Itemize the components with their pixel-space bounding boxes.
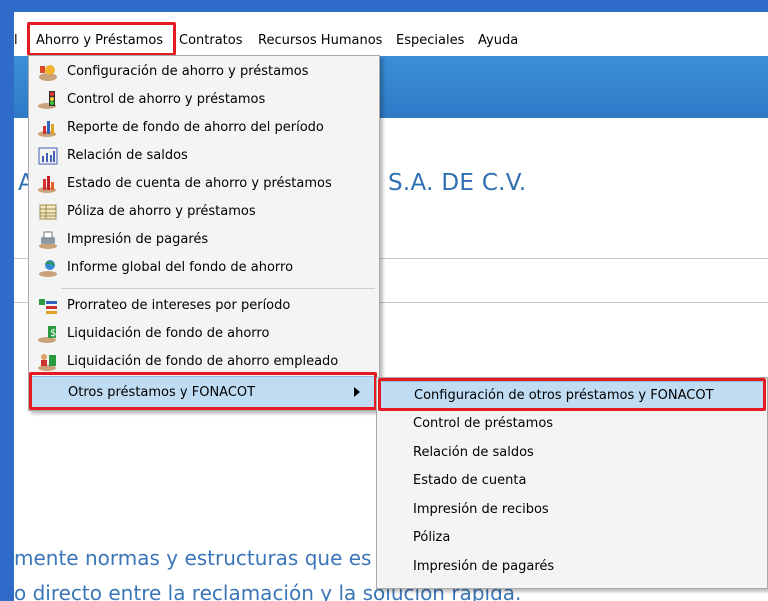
annotation-highlight-otros: [29, 372, 377, 410]
menu-item-label: Impresión de pagarés: [67, 232, 209, 247]
window-frame-left: [0, 0, 14, 601]
menu-recursos-humanos[interactable]: Recursos Humanos: [258, 33, 382, 48]
menu-item-label: Relación de saldos: [67, 148, 188, 163]
submenu-item-relacion-saldos[interactable]: Relación de saldos: [380, 439, 764, 466]
ahorro-prestamos-dropdown: Configuración de ahorro y préstamos Cont…: [28, 55, 380, 411]
menu-item-label: Póliza de ahorro y préstamos: [67, 204, 256, 219]
savings-config-icon: [37, 62, 59, 82]
balance-chart-icon: [37, 146, 59, 166]
menu-item-label: Prorrateo de intereses por período: [67, 298, 291, 313]
menu-item-configuracion[interactable]: Configuración de ahorro y préstamos: [31, 58, 377, 86]
fund-liquidation-icon: $: [37, 324, 59, 344]
menu-item-label: Informe global del fondo de ahorro: [67, 260, 294, 275]
menu-item-liquidacion-fondo[interactable]: $ Liquidación de fondo de ahorro: [31, 320, 377, 348]
annotation-highlight-ahorro: [27, 22, 176, 56]
menu-contratos[interactable]: Contratos: [179, 33, 243, 48]
submenu-item-impresion-recibos[interactable]: Impresión de recibos: [380, 496, 764, 523]
menu-item-relacion-saldos[interactable]: Relación de saldos: [31, 142, 377, 170]
menu-item-impresion-pagares[interactable]: Impresión de pagarés: [31, 226, 377, 254]
statement-chart-icon: [37, 174, 59, 194]
print-notes-icon: [37, 230, 59, 250]
submenu-item-label: Control de préstamos: [413, 416, 554, 431]
menu-especiales[interactable]: Especiales: [396, 33, 464, 48]
bar-report-icon: [37, 118, 59, 138]
menu-item-poliza[interactable]: Póliza de ahorro y préstamos: [31, 198, 377, 226]
menu-item-label: Control de ahorro y préstamos: [67, 92, 266, 107]
menu-item-prorrateo[interactable]: Prorrateo de intereses por período: [31, 292, 377, 320]
interest-proration-icon: [37, 296, 59, 316]
company-name: S.A. DE C.V.: [388, 170, 527, 196]
menu-item-label: Estado de cuenta de ahorro y préstamos: [67, 176, 332, 191]
policy-grid-icon: [37, 202, 59, 222]
submenu-item-label: Impresión de pagarés: [413, 559, 555, 574]
menu-item-control[interactable]: Control de ahorro y préstamos: [31, 86, 377, 114]
submenu-item-impresion-pagares[interactable]: Impresión de pagarés: [380, 553, 764, 580]
submenu-item-estado-cuenta[interactable]: Estado de cuenta: [380, 467, 764, 494]
menu-partial-item[interactable]: l: [14, 33, 18, 48]
submenu-item-label: Estado de cuenta: [413, 473, 527, 488]
menu-item-label: Configuración de ahorro y préstamos: [67, 64, 309, 79]
savings-control-icon: [37, 90, 59, 110]
submenu-item-poliza[interactable]: Póliza: [380, 524, 764, 551]
menu-item-reporte[interactable]: Reporte de fondo de ahorro del período: [31, 114, 377, 142]
submenu-item-label: Impresión de recibos: [413, 502, 549, 517]
menu-item-label: Liquidación de fondo de ahorro: [67, 326, 270, 341]
submenu-item-label: Póliza: [413, 530, 451, 545]
window-frame-top: [0, 0, 768, 12]
menu-item-label: Reporte de fondo de ahorro del período: [67, 120, 324, 135]
menu-item-estado-cuenta[interactable]: Estado de cuenta de ahorro y préstamos: [31, 170, 377, 198]
employee-liquidation-icon: [37, 352, 59, 372]
menu-item-informe-global[interactable]: Informe global del fondo de ahorro: [31, 254, 377, 282]
background-text-line: mente normas y estructuras que es: [14, 546, 372, 570]
menu-separator: [61, 288, 375, 289]
menu-item-label: Liquidación de fondo de ahorro empleado: [67, 354, 339, 369]
svg-text:$: $: [50, 328, 56, 339]
submenu-item-control-prestamos[interactable]: Control de préstamos: [380, 410, 764, 437]
global-report-icon: [37, 258, 59, 278]
menu-ayuda[interactable]: Ayuda: [478, 33, 518, 48]
submenu-item-label: Relación de saldos: [413, 445, 534, 460]
annotation-highlight-submenu: [378, 378, 766, 411]
